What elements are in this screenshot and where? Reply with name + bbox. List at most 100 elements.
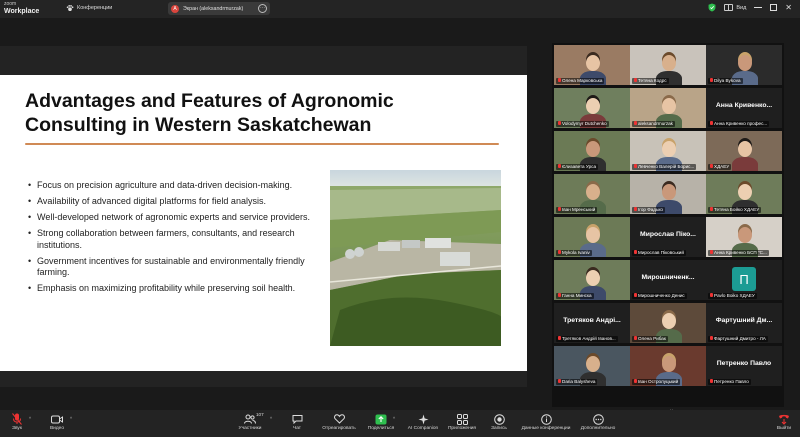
shared-screen: Advantages and Features of Agronomic Con…	[0, 46, 527, 387]
participant-head	[586, 98, 600, 114]
apps-button[interactable]: Приложения	[442, 413, 482, 431]
shield-check-icon[interactable]	[708, 3, 716, 12]
participant-tile[interactable]: Олена Марковська	[554, 45, 630, 85]
participant-tile[interactable]: Мирослав Піко... Мирослав Піковський	[630, 217, 706, 257]
screen-share-label: Экран (aleksandrmurzak)	[183, 5, 244, 12]
bullet-item: Emphasis on maximizing profitability whi…	[28, 283, 313, 295]
participant-tile[interactable]: Dilya Bykova	[706, 45, 782, 85]
participant-head	[738, 55, 752, 71]
participants-count: 107	[256, 412, 264, 417]
participant-tile[interactable]: Daria Balysheva	[554, 346, 630, 386]
participant-name-label: Mykola Ivaniv	[556, 249, 592, 256]
participants-button[interactable]: Участники	[230, 413, 270, 431]
participant-tile[interactable]: П Pavlo Boiko ХДАЕУ	[706, 260, 782, 300]
slide-title-line-1: Advantages and Features of Agronomic	[25, 90, 394, 112]
participant-tile[interactable]: Левченко Валерій Борис...	[630, 131, 706, 171]
mic-muted-icon	[558, 164, 561, 168]
participant-tile[interactable]: Анна Кривенко БСП "С...	[706, 217, 782, 257]
participant-name-label: Єлизавета Урса	[556, 163, 599, 170]
participants-label: Участники	[238, 426, 262, 431]
screen-share-indicator[interactable]: A Экран (aleksandrmurzak) ···	[168, 2, 270, 15]
participant-tile[interactable]: Олена Рибак	[630, 303, 706, 343]
participant-name-label: Фартушний Дмитро - ЛА	[708, 335, 768, 342]
participant-head	[586, 141, 600, 157]
participant-head	[662, 98, 676, 114]
close-icon[interactable]: ✕	[785, 3, 792, 12]
leave-label: Выйти	[776, 426, 792, 431]
sparkle-icon	[417, 413, 429, 425]
audio-button[interactable]: Звук	[0, 413, 37, 431]
participant-tile[interactable]: Тетяна Кодрс	[630, 45, 706, 85]
participant-name-label: Тетяна Бойко ХДАЕУ	[708, 206, 762, 213]
ai-companion-button[interactable]: AI Companion	[403, 413, 443, 431]
view-button[interactable]: Вид	[724, 4, 746, 11]
maximize-icon[interactable]	[770, 4, 778, 11]
brand-line-2: Workplace	[4, 8, 40, 15]
minimize-icon[interactable]	[754, 7, 763, 8]
participant-tile[interactable]: Mykola Ivaniv	[554, 217, 630, 257]
chat-button[interactable]: Чат	[277, 413, 317, 431]
meeting-toolbar: Звук ^ Видео ^ Участники 107 ^ Чат Отреа…	[0, 410, 800, 437]
react-label: Отреагировать	[322, 426, 356, 431]
participant-tile[interactable]: Іван Остролуцький	[630, 346, 706, 386]
mic-muted-icon	[634, 250, 637, 254]
participant-display-name: Анна Кривенко...	[715, 102, 773, 109]
participant-display-name: Петренко Павло	[716, 360, 772, 367]
record-button[interactable]: Запись	[479, 413, 519, 431]
participant-head	[738, 141, 752, 157]
zoom-logo: zoom Workplace	[4, 1, 39, 15]
participant-name-label: Daria Balysheva	[556, 378, 598, 385]
meeting-stage: Advantages and Features of Agronomic Con…	[0, 18, 800, 413]
leave-icon	[778, 413, 790, 425]
participant-name-label: Мирослав Піковський	[632, 249, 686, 256]
more-button[interactable]: Дополнительно	[578, 413, 618, 431]
participant-tile[interactable]: Анна Кривенко... Анна Кривенко профес...	[706, 88, 782, 128]
presenter-badge: A	[171, 4, 179, 13]
camera-icon	[51, 413, 63, 425]
view-label: Вид	[736, 4, 747, 11]
participant-name-label: Мирошниченко Денис	[632, 292, 687, 299]
participant-tile[interactable]: aleksandrmurzak	[630, 88, 706, 128]
audio-caret-icon[interactable]: ^	[29, 416, 31, 421]
participant-tile[interactable]: Фартушний Дм... Фартушний Дмитро - ЛА	[706, 303, 782, 343]
participant-name-label: Іван Мренський	[556, 206, 598, 213]
participant-tile[interactable]: Volodymyr Dutchenko	[554, 88, 630, 128]
participant-tile[interactable]: Тетяна Бойко ХДАЕУ	[706, 174, 782, 214]
participant-tile[interactable]: Петренко Павло Петренко Павло	[706, 346, 782, 386]
mic-muted-icon	[710, 379, 713, 383]
participant-tile[interactable]: Третяков Андрі... Третяков Андрій Іванов.…	[554, 303, 630, 343]
aerial-farm-photo	[330, 170, 501, 346]
participant-tile[interactable]: Ігор Фадько	[630, 174, 706, 214]
conference-tab[interactable]: Конференции	[66, 4, 112, 12]
participants-caret-icon[interactable]: ^	[270, 416, 272, 421]
conference-label: Конференции	[77, 5, 113, 11]
participant-head	[662, 184, 676, 200]
participant-name-label: Левченко Валерій Борис...	[632, 163, 697, 170]
meeting-info-button[interactable]: Данные конференции	[522, 413, 570, 431]
brand-line-1: zoom	[4, 1, 17, 7]
title-bar: zoom Workplace Конференции A Экран (alek…	[0, 0, 800, 18]
participant-display-name: Мирошниченк...	[641, 274, 695, 281]
video-caret-icon[interactable]: ^	[70, 416, 72, 421]
participant-name-label: aleksandrmurzak	[632, 120, 675, 127]
more-label: Дополнительно	[580, 426, 616, 431]
react-button[interactable]: Отреагировать	[319, 413, 359, 431]
participant-name-label: Dilya Bykova	[708, 77, 743, 84]
mic-muted-icon	[710, 250, 713, 254]
mic-muted-icon	[634, 78, 637, 82]
participant-head	[586, 55, 600, 71]
participant-tile[interactable]: Мирошниченк... Мирошниченко Денис	[630, 260, 706, 300]
slide-title: Advantages and Features of Agronomic Con…	[25, 89, 505, 137]
participant-tile[interactable]: Іван Мренський	[554, 174, 630, 214]
record-label: Запись	[491, 426, 507, 431]
participant-tile[interactable]: Єлизавета Урса	[554, 131, 630, 171]
participant-gallery: Олена Марковська Тетяна Кодрс Dilya Bykova…	[552, 43, 784, 407]
participant-name-label: Анна Кривенко профес...	[708, 120, 770, 127]
more-options-icon[interactable]: ···	[258, 4, 267, 13]
participant-display-name: Мирослав Піко...	[640, 231, 696, 238]
share-caret-icon[interactable]: ^	[393, 416, 395, 421]
participant-tile[interactable]: ХДАЕУ	[706, 131, 782, 171]
mic-muted-icon	[634, 336, 637, 340]
leave-button[interactable]: Выйти	[764, 413, 800, 431]
participant-tile[interactable]: Ганна Минска	[554, 260, 630, 300]
